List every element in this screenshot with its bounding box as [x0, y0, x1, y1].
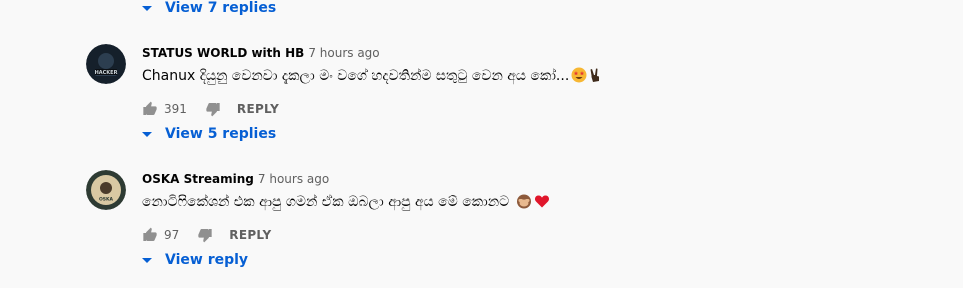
reply-button[interactable]: REPLY: [229, 228, 271, 242]
avatar-logo-text: HACKER: [95, 70, 118, 76]
comment-text: Chanux දියුනු වෙනවා දැකලා මං වගේ හදවතින්…: [142, 66, 942, 89]
comment-text: නොටිෆිකේශන් එක ආපු ගමන් ඒක ඔබලා ආපු අය ම…: [142, 192, 942, 215]
comment-author[interactable]: STATUS WORLD with HB: [142, 46, 304, 60]
caret-down-icon: [142, 5, 152, 11]
view-replies-label: View reply: [165, 252, 249, 268]
caret-down-icon: [142, 131, 152, 137]
view-replies-button[interactable]: View 5 replies: [140, 124, 276, 144]
comment-text-body: Chanux දියුනු වෙනවා දැකලා මං වගේ හදවතින්…: [142, 68, 570, 84]
view-replies-button[interactable]: View 7 replies: [140, 0, 276, 18]
thumbs-down-icon[interactable]: [205, 101, 221, 117]
comment-time[interactable]: 7 hours ago: [258, 172, 329, 186]
reply-button[interactable]: REPLY: [237, 102, 279, 116]
view-replies-label: View 5 replies: [165, 126, 277, 142]
avatar-logo-text: OSKA: [99, 197, 114, 203]
red-heart-emoji: [534, 193, 550, 215]
avatar[interactable]: HACKER: [86, 44, 126, 84]
like-count: 97: [164, 228, 180, 242]
victory-hand-emoji: [589, 67, 601, 89]
comment-time[interactable]: 7 hours ago: [308, 46, 379, 60]
comments-section: View 7 replies HACKER STATUS WORLD with …: [0, 0, 963, 288]
star-struck-emoji: [571, 67, 587, 89]
like-count: 391: [164, 102, 187, 116]
see-no-evil-monkey-emoji: [516, 193, 532, 215]
thumbs-up-icon[interactable]: [142, 101, 158, 117]
thumbs-down-icon[interactable]: [197, 227, 213, 243]
comment-author[interactable]: OSKA Streaming: [142, 172, 254, 186]
comment-text-body: නොටිෆිකේශන් එක ආපු ගමන් ඒක ඔබලා ආපු අය ම…: [142, 194, 510, 210]
view-replies-label: View 7 replies: [165, 0, 277, 16]
view-replies-button[interactable]: View reply: [140, 250, 248, 270]
caret-down-icon: [142, 257, 152, 263]
avatar[interactable]: OSKA: [86, 170, 126, 210]
thumbs-up-icon[interactable]: [142, 227, 158, 243]
